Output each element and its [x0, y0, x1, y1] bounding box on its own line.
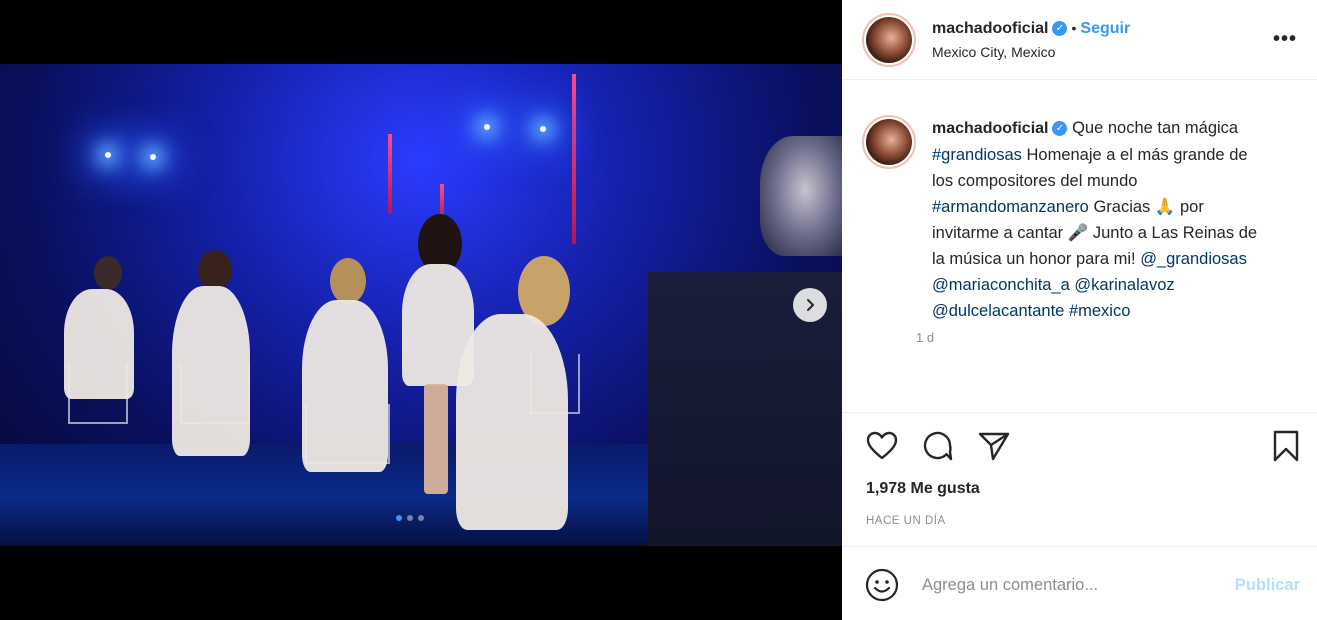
post-header-names: machadooficial ✓ • Seguir Mexico City, Mexi…	[932, 20, 1130, 60]
performer-head	[94, 256, 122, 290]
performer	[64, 289, 134, 399]
stage-spotlight	[540, 126, 546, 132]
avatar[interactable]	[862, 12, 916, 67]
divider	[842, 546, 1317, 547]
stage-spotlight	[150, 154, 156, 160]
stage-spotlight	[105, 152, 111, 158]
post-location[interactable]: Mexico City, Mexico	[932, 44, 1130, 60]
post-photo[interactable]	[0, 64, 842, 546]
avatar-image	[866, 16, 912, 63]
stage-spotlight	[484, 124, 490, 130]
caption-link[interactable]: #armandomanzanero	[932, 198, 1089, 216]
performer	[172, 286, 250, 456]
caption-text-segment: Que noche tan mágica	[1067, 119, 1239, 137]
caption-link[interactable]: #grandiosas	[932, 146, 1022, 164]
share-icon[interactable]	[976, 428, 1012, 464]
divider	[842, 412, 1317, 413]
caption-text: machadooficial ✓ Que noche tan mágica #gr…	[932, 115, 1272, 324]
post-sidebar: machadooficial ✓ • Seguir Mexico City, Mexi…	[842, 0, 1317, 620]
separator: •	[1071, 19, 1077, 36]
performer	[302, 300, 388, 472]
stage-light-pillar	[388, 134, 392, 214]
carousel-dot	[396, 515, 402, 521]
comment-box: Publicar	[864, 564, 1300, 606]
carousel-dot	[418, 515, 424, 521]
performer-head	[330, 258, 366, 304]
caption-link[interactable]: @dulcelacantante	[932, 302, 1064, 320]
post-time-ago[interactable]: HACE UN DÍA	[866, 515, 946, 527]
more-options-button[interactable]: •••	[1273, 28, 1297, 51]
caption-link[interactable]: #mexico	[1069, 302, 1130, 320]
next-slide-button[interactable]	[793, 288, 827, 322]
heart-icon[interactable]	[864, 428, 900, 464]
emoji-icon[interactable]	[864, 567, 900, 603]
comment-input[interactable]	[922, 575, 1202, 595]
post-header: machadooficial ✓ • Seguir Mexico City, Mexi…	[842, 0, 1317, 80]
publish-button[interactable]: Publicar	[1235, 576, 1300, 595]
avatar[interactable]	[862, 115, 916, 169]
caption-link[interactable]: @_grandiosas	[1140, 250, 1247, 268]
post-media	[0, 0, 842, 620]
avatar-image	[866, 119, 912, 165]
bookmark-icon[interactable]	[1268, 428, 1304, 464]
performer	[456, 314, 568, 530]
stage-light-pillar	[572, 74, 576, 244]
carousel-dot	[407, 515, 413, 521]
caption-username[interactable]: machadooficial	[932, 120, 1048, 137]
comment-icon[interactable]	[920, 428, 956, 464]
likes-count[interactable]: 1,978 Me gusta	[866, 480, 980, 498]
performer-head	[198, 250, 232, 290]
caption-content: Que noche tan mágica #grandiosas Homenaj…	[932, 119, 1257, 320]
verified-badge-icon: ✓	[1052, 20, 1068, 36]
chevron-right-icon	[807, 299, 814, 311]
author-username[interactable]: machadooficial	[932, 20, 1048, 37]
screen-portrait	[760, 136, 842, 256]
post-caption: machadooficial ✓ Que noche tan mágica #gr…	[862, 115, 1302, 345]
caption-timestamp[interactable]: 1 d	[916, 330, 1272, 345]
verified-badge-icon: ✓	[1052, 121, 1068, 137]
post-actions	[864, 428, 1300, 468]
carousel-dots	[396, 515, 424, 521]
caption-link[interactable]: @mariaconchita_a	[932, 276, 1070, 294]
caption-link[interactable]: @karinalavoz	[1074, 276, 1174, 294]
caption-body: machadooficial ✓ Que noche tan mágica #gr…	[916, 115, 1272, 345]
performer-legs	[424, 384, 448, 494]
follow-button[interactable]: Seguir	[1080, 20, 1130, 37]
